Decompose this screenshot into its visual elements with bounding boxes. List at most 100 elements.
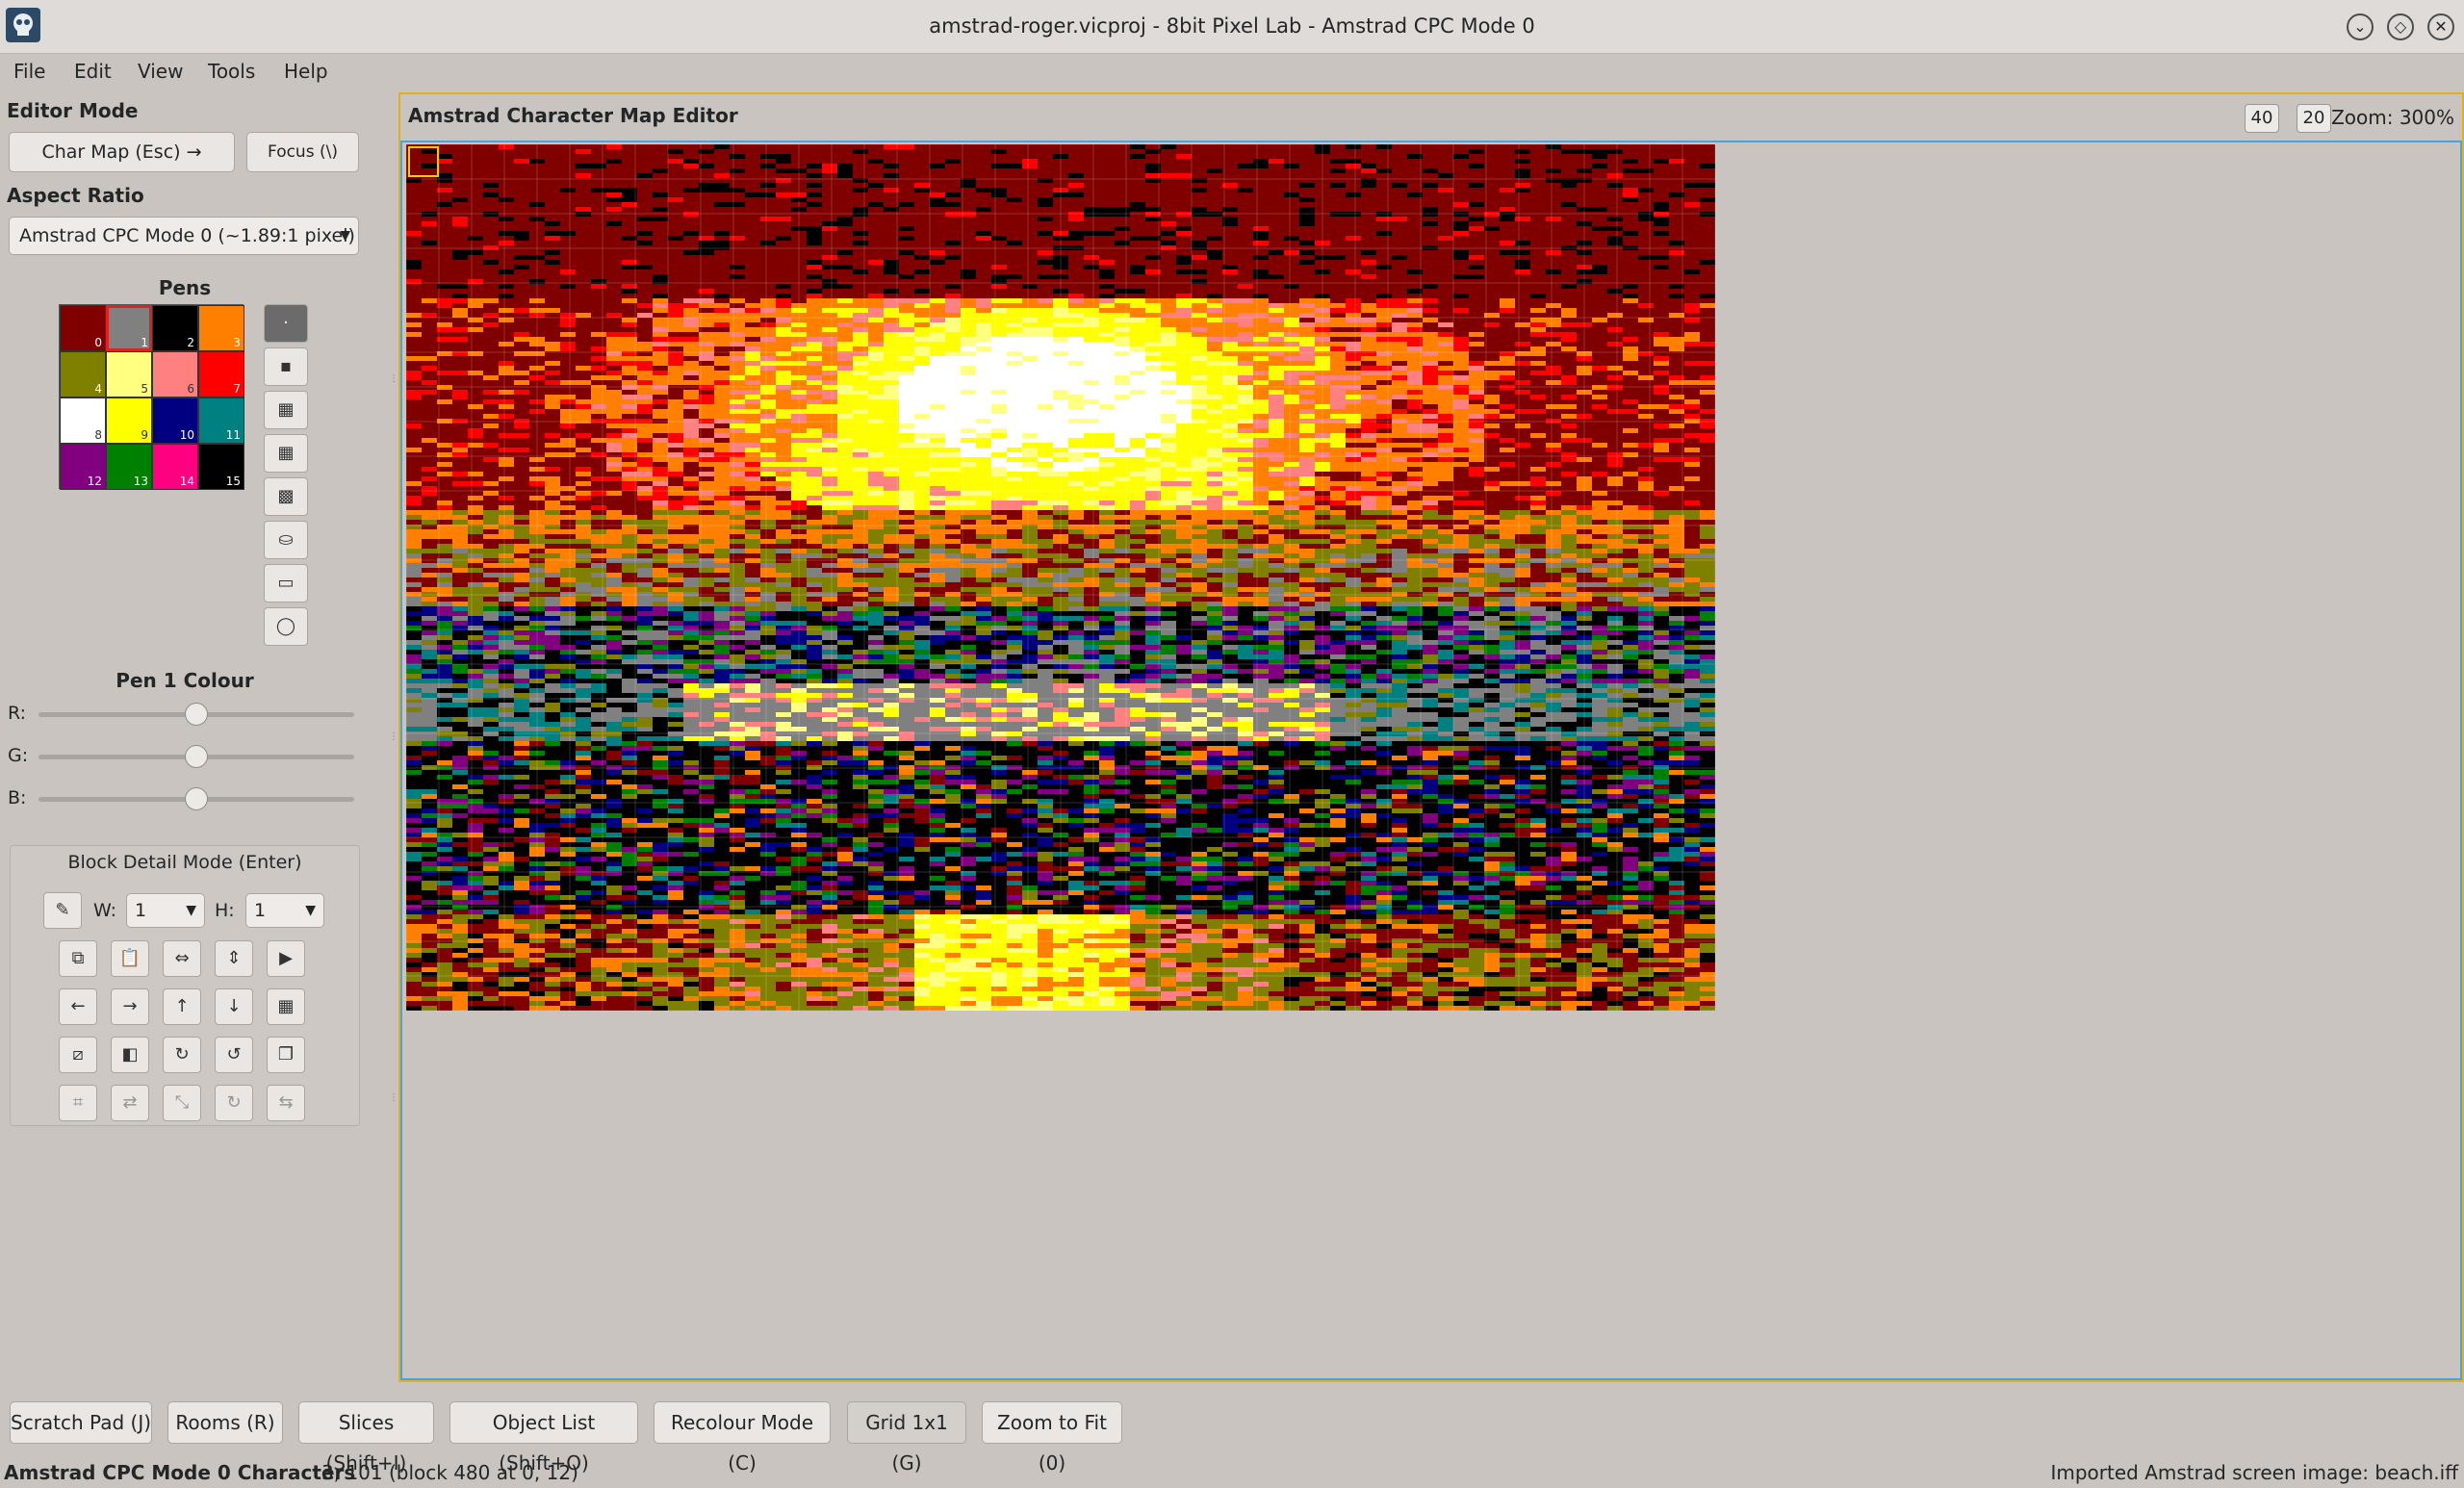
pen-index-label: 7	[233, 382, 241, 396]
menu-tools[interactable]: Tools	[208, 60, 255, 83]
chevron-down-icon: ▼	[186, 903, 196, 918]
splitter-handle[interactable]: ⋮	[389, 373, 398, 384]
pen-swatch-12[interactable]: 12	[60, 444, 106, 490]
pen-swatch-9[interactable]: 9	[106, 398, 152, 444]
char-map-button[interactable]: Char Map (Esc) →	[9, 132, 235, 172]
menu-file[interactable]: File	[13, 60, 45, 83]
pen-index-label: 8	[94, 428, 102, 442]
pen-index-label: 2	[187, 336, 194, 349]
splitter-handle[interactable]: ⋮	[389, 1092, 398, 1103]
pen-swatch-0[interactable]: 0	[60, 305, 106, 351]
clear-icon[interactable]: ⧄	[59, 1037, 97, 1073]
resize-icon[interactable]: ⤡	[163, 1085, 201, 1121]
arrow-up-icon[interactable]: ↑	[163, 988, 201, 1025]
object-list-button[interactable]: Object List (Shift+O)	[449, 1401, 638, 1475]
slices-button[interactable]: Slices (Shift+I)	[298, 1401, 434, 1475]
pen-colour-label: Pen 1 Colour	[116, 669, 254, 692]
flip-vertical-icon[interactable]: ⇕	[215, 940, 253, 977]
close-button[interactable]: ✕	[2427, 13, 2454, 40]
brush-3px-icon[interactable]: ▦	[264, 391, 308, 429]
aspect-ratio-select[interactable]: Amstrad CPC Mode 0 (~1.89:1 pixel) ▼	[9, 217, 359, 255]
invert-icon[interactable]: ◧	[111, 1037, 149, 1073]
pen-index-label: 15	[225, 475, 241, 488]
pen-index-label: 13	[133, 475, 148, 488]
fill-bucket-icon[interactable]: ⛀	[264, 521, 308, 559]
scratch-pad-button[interactable]: Scratch Pad (J)	[10, 1401, 152, 1444]
swap-horizontal-icon[interactable]: ⇄	[111, 1085, 149, 1121]
copy-icon[interactable]: ⧉	[59, 940, 97, 977]
pen-index-label: 1	[141, 336, 148, 349]
aspect-ratio-value: Amstrad CPC Mode 0 (~1.89:1 pixel)	[19, 225, 355, 246]
map-height-field[interactable]: 20	[2297, 104, 2331, 133]
rectangle-icon[interactable]: ▭	[264, 564, 308, 603]
grid-toggle-button[interactable]: Grid 1x1 (G)	[847, 1401, 966, 1475]
brush-1px-icon[interactable]: ·	[264, 304, 308, 343]
pen-swatch-15[interactable]: 15	[198, 444, 244, 490]
pencil-icon[interactable]: ✎	[43, 892, 82, 929]
menu-view[interactable]: View	[138, 60, 183, 83]
play-icon[interactable]: ▶	[267, 940, 305, 977]
menu-help[interactable]: Help	[284, 60, 328, 83]
height-select[interactable]: 1 ▼	[245, 893, 324, 928]
brush-2px-icon[interactable]: ▪	[264, 347, 308, 386]
window-title: amstrad-roger.vicproj - 8bit Pixel Lab -…	[929, 14, 1535, 38]
grid-icon[interactable]: ▦	[267, 988, 305, 1025]
pen-index-label: 11	[225, 428, 241, 442]
slider-label: B:	[8, 787, 27, 808]
pen-swatch-5[interactable]: 5	[106, 351, 152, 398]
chevron-down-icon: ▼	[340, 228, 350, 244]
pen-index-label: 12	[87, 475, 102, 488]
paste-icon[interactable]: 📋	[111, 940, 149, 977]
slider-handle[interactable]	[185, 745, 208, 768]
width-select[interactable]: 1 ▼	[126, 893, 205, 928]
rotate-clockwise-icon[interactable]: ↻	[163, 1037, 201, 1073]
pen-swatch-13[interactable]: 13	[106, 444, 152, 490]
pen-swatch-6[interactable]: 6	[152, 351, 198, 398]
flip-horizontal-icon[interactable]: ⇔	[163, 940, 201, 977]
pen-index-label: 3	[233, 336, 241, 349]
focus-button[interactable]: Focus (\)	[246, 132, 359, 172]
rotate-counterclockwise-icon[interactable]: ↺	[215, 1037, 253, 1073]
crop-icon[interactable]: ⌗	[59, 1085, 97, 1121]
pen-swatch-10[interactable]: 10	[152, 398, 198, 444]
slider-label: R:	[8, 703, 27, 724]
pen-swatch-8[interactable]: 8	[60, 398, 106, 444]
pen-swatch-3[interactable]: 3	[198, 305, 244, 351]
canvas-area[interactable]	[400, 141, 2462, 1380]
rotate-more-icon[interactable]: ↻	[215, 1085, 253, 1121]
selection-cursor	[408, 146, 439, 177]
zoom-to-fit-button[interactable]: Zoom to Fit (0)	[982, 1401, 1122, 1475]
status-position: 3, 101 (block 480 at 0, 12)	[321, 1461, 578, 1484]
editor-frame: Amstrad Character Map Editor 40 20 Zoom:…	[398, 92, 2464, 1382]
shadow-icon[interactable]: ❐	[267, 1037, 305, 1073]
pen-swatch-11[interactable]: 11	[198, 398, 244, 444]
minimize-button[interactable]: ⌄	[2347, 13, 2374, 40]
pen-index-label: 14	[179, 475, 194, 488]
aspect-ratio-label: Aspect Ratio	[7, 184, 144, 207]
status-mode: Amstrad CPC Mode 0 Characters	[4, 1461, 356, 1484]
splitter-handle[interactable]: ⋮	[389, 731, 398, 742]
slider-handle[interactable]	[185, 787, 208, 810]
maximize-button[interactable]: ◇	[2387, 13, 2414, 40]
pen-swatch-4[interactable]: 4	[60, 351, 106, 398]
pen-swatch-14[interactable]: 14	[152, 444, 198, 490]
arrow-right-icon[interactable]: →	[111, 988, 149, 1025]
editor-mode-label: Editor Mode	[7, 99, 139, 122]
recolour-mode-button[interactable]: Recolour Mode (C)	[654, 1401, 831, 1475]
menu-edit[interactable]: Edit	[74, 60, 112, 83]
slider-handle[interactable]	[185, 703, 208, 726]
arrow-down-icon[interactable]: ↓	[215, 988, 253, 1025]
map-width-field[interactable]: 40	[2245, 104, 2279, 133]
rooms-button[interactable]: Rooms (R)	[167, 1401, 283, 1444]
arrow-left-icon[interactable]: ←	[59, 988, 97, 1025]
pens-label: Pens	[158, 276, 212, 299]
brush-5px-icon[interactable]: ▩	[264, 477, 308, 516]
pen-swatch-7[interactable]: 7	[198, 351, 244, 398]
brush-4px-icon[interactable]: ▦	[264, 434, 308, 473]
pixel-art-canvas[interactable]	[406, 144, 1715, 1011]
ellipse-icon[interactable]: ◯	[264, 607, 308, 646]
swap-colors-icon[interactable]: ⇆	[267, 1085, 305, 1121]
pen-swatch-1[interactable]: 1	[106, 305, 152, 351]
pen-swatch-2[interactable]: 2	[152, 305, 198, 351]
pen-index-label: 9	[141, 428, 148, 442]
